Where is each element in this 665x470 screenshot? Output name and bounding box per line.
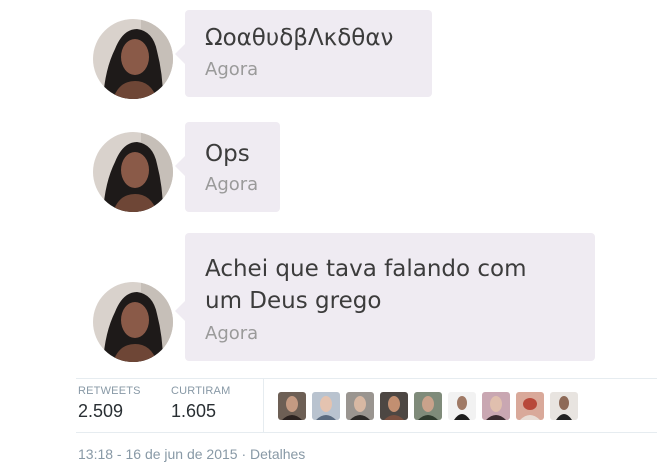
liker-avatar[interactable] bbox=[312, 392, 340, 420]
liker-avatar[interactable] bbox=[380, 392, 408, 420]
sender-avatar[interactable] bbox=[93, 132, 173, 212]
liker-avatar[interactable] bbox=[448, 392, 476, 420]
likes-count: 1.605 bbox=[171, 401, 217, 421]
avatar-photo-icon bbox=[93, 282, 173, 362]
details-link[interactable]: Detalhes bbox=[250, 446, 305, 462]
liker-avatar[interactable] bbox=[516, 392, 544, 420]
retweets-count: 2.509 bbox=[78, 401, 124, 421]
liker-avatar[interactable] bbox=[278, 392, 306, 420]
tweet-timestamp: 13:18 - 16 de jun de 2015 bbox=[78, 446, 238, 462]
sender-avatar[interactable] bbox=[93, 282, 173, 362]
message-bubble: ΩοαθυδβΛκδθαν Agora bbox=[175, 10, 432, 97]
liker-avatar[interactable] bbox=[346, 392, 374, 420]
retweets-label: RETWEETS bbox=[78, 385, 141, 397]
message-bubble: Achei que tava falando com um Deus grego… bbox=[175, 233, 595, 361]
avatar-photo-icon bbox=[93, 19, 173, 99]
message-text: Achei que tava falando com um Deus grego bbox=[205, 256, 527, 314]
message-text: Ops bbox=[205, 141, 250, 167]
retweets-stat[interactable]: RETWEETS 2.509 bbox=[78, 385, 141, 422]
footer-separator: · bbox=[241, 446, 247, 462]
message-thread: ΩοαθυδβΛκδθαν Agora Ops Agora Achei que … bbox=[0, 0, 665, 372]
liker-avatar[interactable] bbox=[482, 392, 510, 420]
stats-divider bbox=[263, 379, 264, 432]
tweet-footer: 13:18 - 16 de jun de 2015 · Detalhes bbox=[78, 446, 305, 462]
tweet-stats: RETWEETS 2.509 CURTIRAM 1.605 bbox=[76, 378, 657, 433]
message-time: Agora bbox=[205, 59, 259, 80]
message-time: Agora bbox=[205, 323, 259, 344]
sender-avatar[interactable] bbox=[93, 19, 173, 99]
likes-label: CURTIRAM bbox=[171, 385, 231, 397]
message-time: Agora bbox=[205, 174, 259, 195]
liker-avatars bbox=[278, 392, 578, 420]
avatar-photo-icon bbox=[93, 132, 173, 212]
liker-avatar[interactable] bbox=[414, 392, 442, 420]
message-text: ΩοαθυδβΛκδθαν bbox=[205, 25, 394, 51]
message-bubble: Ops Agora bbox=[175, 122, 280, 212]
likes-stat[interactable]: CURTIRAM 1.605 bbox=[171, 385, 230, 422]
liker-avatar[interactable] bbox=[550, 392, 578, 420]
